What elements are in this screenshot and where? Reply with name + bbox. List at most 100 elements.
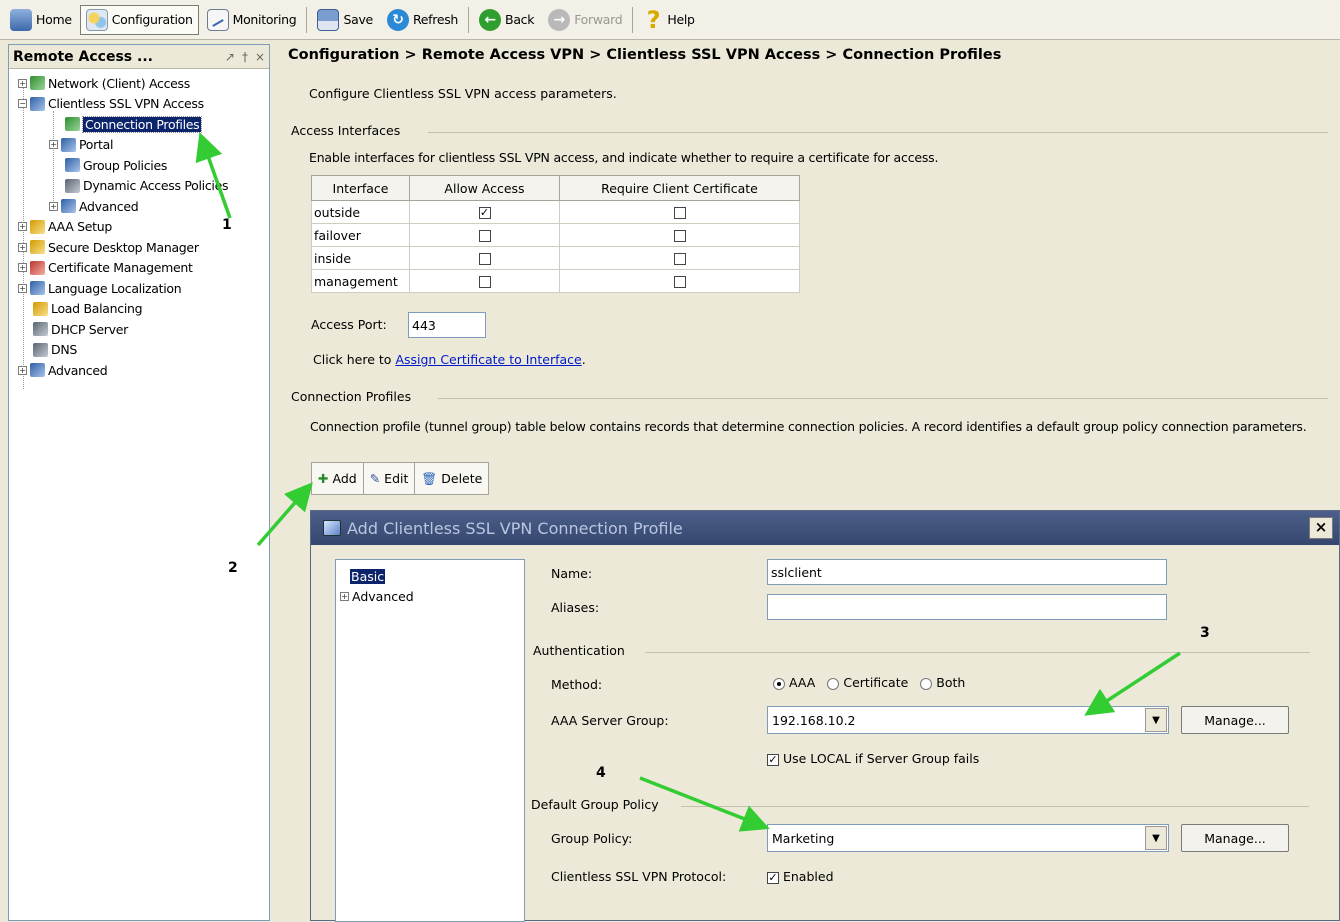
tree-item-network-client-access[interactable]: + Network (Client) Access [9, 73, 269, 94]
refresh-button[interactable]: ↻ Refresh [381, 5, 464, 35]
nav-label: Basic [350, 568, 386, 584]
forward-label: Forward [574, 12, 623, 27]
clientless-protocol-option[interactable]: ✓ Enabled [767, 869, 834, 884]
forward-button[interactable]: → Forward [542, 5, 628, 35]
column-header[interactable]: Require Client Certificate [559, 175, 800, 201]
tree-label: Connection Profiles [81, 115, 203, 133]
monitoring-label: Monitoring [232, 12, 297, 27]
configuration-label: Configuration [111, 12, 193, 27]
radio-label: AAA [789, 675, 816, 690]
interface-cell: inside [311, 246, 410, 270]
tree-item-group-policies[interactable]: Group Policies [9, 155, 269, 176]
delete-button[interactable]: 🗑 Delete [415, 463, 488, 494]
manage-aaa-button[interactable]: Manage... [1181, 706, 1289, 734]
configuration-button[interactable]: Configuration [79, 4, 199, 35]
method-certificate-option[interactable]: Certificate [827, 675, 908, 690]
load-balancing-icon [33, 301, 48, 316]
access-interfaces-description: Enable interfaces for clientless SSL VPN… [309, 150, 939, 165]
method-aaa-option[interactable]: AAA [773, 675, 815, 690]
table-row[interactable]: failover [311, 223, 800, 247]
tree-label: DHCP Server [51, 321, 128, 337]
collapse-icon[interactable]: − [18, 99, 27, 109]
expand-icon[interactable]: + [18, 263, 27, 273]
expand-icon[interactable]: + [340, 591, 349, 601]
use-local-checkbox[interactable]: ✓ [767, 753, 779, 766]
help-button[interactable]: ? Help [637, 5, 700, 35]
dialog-titlebar[interactable]: Add Clientless SSL VPN Connection Profil… [311, 511, 1339, 545]
delete-label: Delete [441, 471, 483, 486]
tree-item-certificate-management[interactable]: + Certificate Management [9, 258, 269, 279]
secure-desktop-icon [30, 240, 45, 255]
dropdown-arrow-icon[interactable]: ▼ [1145, 708, 1167, 732]
aaa-server-group-select[interactable]: 192.168.10.2 ▼ [767, 706, 1169, 734]
clientless-protocol-checkbox[interactable]: ✓ [767, 871, 779, 884]
tree-item-dhcp-server[interactable]: DHCP Server [9, 319, 269, 340]
tree-item-advanced[interactable]: + Advanced [9, 360, 269, 381]
expand-icon[interactable]: + [49, 140, 58, 150]
expand-icon[interactable]: + [18, 365, 27, 375]
method-both-option[interactable]: Both [920, 675, 965, 690]
tree-item-load-balancing[interactable]: Load Balancing [9, 299, 269, 320]
tree-item-dynamic-access-policies[interactable]: Dynamic Access Policies [9, 176, 269, 197]
dropdown-arrow-icon[interactable]: ▼ [1145, 826, 1167, 850]
tree-item-clientless-ssl-vpn-access[interactable]: − Clientless SSL VPN Access [9, 94, 269, 115]
assign-certificate-link[interactable]: Assign Certificate to Interface [395, 352, 581, 367]
close-panel-icon[interactable]: × [255, 50, 265, 64]
annotation-number-4: 4 [596, 765, 606, 781]
column-header[interactable]: Interface [311, 175, 410, 201]
edit-button[interactable]: ✎ Edit [364, 463, 416, 494]
tree-item-advanced-sub[interactable]: + Advanced [9, 196, 269, 217]
pin-panel-icon[interactable]: † [242, 50, 248, 64]
save-button[interactable]: Save [311, 5, 378, 35]
nav-item-advanced[interactable]: + Advanced [340, 586, 520, 606]
column-header[interactable]: Allow Access [409, 175, 560, 201]
expand-icon[interactable]: + [18, 78, 27, 88]
table-row[interactable]: inside [311, 246, 800, 270]
group-policy-value: Marketing [772, 830, 835, 846]
require-cert-checkbox[interactable] [673, 253, 686, 265]
expand-icon[interactable]: + [49, 201, 58, 211]
name-field[interactable] [767, 559, 1167, 585]
require-cert-checkbox[interactable] [673, 276, 686, 288]
use-local-option[interactable]: ✓ Use LOCAL if Server Group fails [767, 751, 979, 766]
aaa-server-group-label: AAA Server Group: [551, 713, 669, 728]
tree-label: Network (Client) Access [48, 75, 190, 91]
tree-item-dns[interactable]: DNS [9, 340, 269, 361]
back-button[interactable]: ← Back [473, 5, 540, 35]
allow-access-checkbox[interactable] [478, 276, 491, 288]
allow-access-checkbox[interactable]: ✓ [478, 207, 491, 219]
edit-label: Edit [384, 471, 409, 486]
float-panel-icon[interactable]: ↗ [225, 50, 235, 64]
group-policy-select[interactable]: Marketing ▼ [767, 824, 1169, 852]
profiles-toolbar: ✚ Add ✎ Edit 🗑 Delete [311, 462, 490, 495]
expand-icon[interactable]: + [18, 242, 27, 252]
manage-group-policy-button[interactable]: Manage... [1181, 824, 1289, 852]
tree-item-portal[interactable]: + Portal [9, 135, 269, 156]
network-access-icon [30, 76, 45, 91]
aliases-field[interactable] [767, 594, 1167, 620]
tree-item-connection-profiles[interactable]: Connection Profiles [9, 114, 269, 135]
dialog-title: Add Clientless SSL VPN Connection Profil… [347, 518, 683, 538]
table-row[interactable]: management [311, 269, 800, 293]
require-cert-cell [559, 223, 800, 247]
table-row[interactable]: outside ✓ [311, 200, 800, 224]
allow-access-checkbox[interactable] [478, 230, 491, 242]
require-cert-checkbox[interactable] [673, 230, 686, 242]
home-icon [10, 8, 32, 31]
nav-item-basic[interactable]: Basic [340, 566, 520, 586]
assign-prefix: Click here to [313, 352, 392, 367]
expand-icon[interactable]: + [18, 222, 27, 232]
allow-access-checkbox[interactable] [478, 253, 491, 265]
help-label: Help [667, 12, 695, 27]
home-button[interactable]: Home [4, 5, 78, 35]
clientless-vpn-icon [30, 96, 45, 111]
expand-icon[interactable]: + [18, 283, 27, 293]
dialog-close-button[interactable]: × [1309, 517, 1333, 539]
require-cert-checkbox[interactable] [673, 207, 686, 219]
tree-item-language-localization[interactable]: + Language Localization [9, 278, 269, 299]
add-button[interactable]: ✚ Add [312, 463, 364, 494]
access-port-input[interactable] [408, 312, 486, 338]
tree-item-secure-desktop-manager[interactable]: + Secure Desktop Manager [9, 237, 269, 258]
tree-label: DNS [51, 342, 78, 358]
monitoring-button[interactable]: Monitoring [201, 5, 303, 35]
